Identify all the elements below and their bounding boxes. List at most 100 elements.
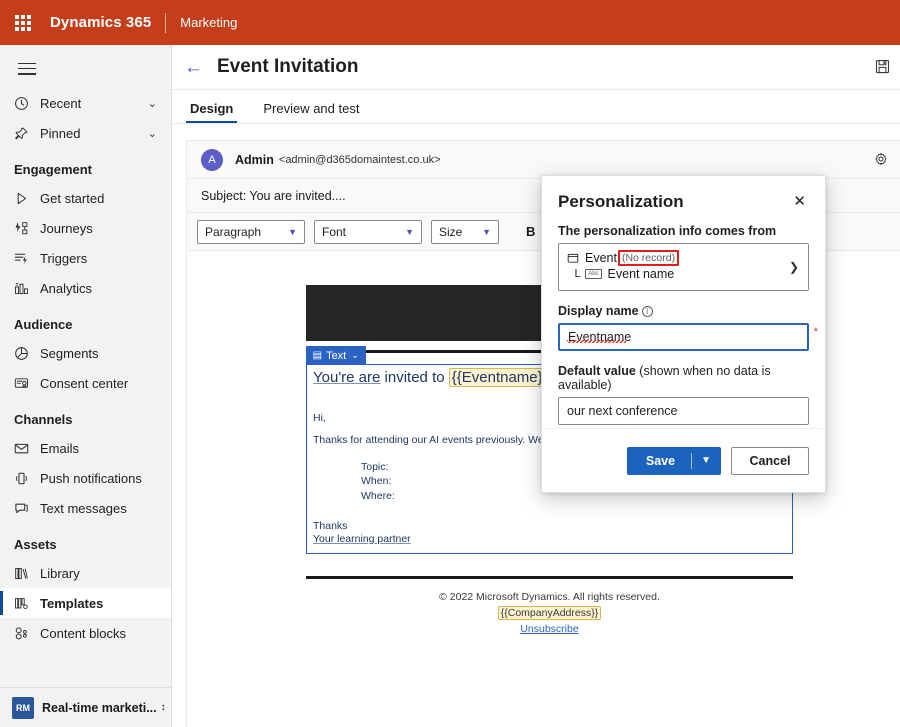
personalization-dialog: Personalization ✕ The personalization in… [541,175,826,493]
text-field-abc-icon: Abc [585,269,601,279]
sidebar-item-label: Content blocks [40,626,126,641]
dialog-header: Personalization ✕ [542,176,825,212]
personalization-token-eventname[interactable]: {{Eventname}} [449,368,551,387]
copyright-text: © 2022 Microsoft Dynamics. All rights re… [306,590,793,606]
page-title: Event Invitation [217,56,358,78]
source-field-name: Event name [608,267,675,281]
headline-mid: invited to [380,369,448,386]
display-name-field-wrap: * [558,323,809,351]
avatar: A [201,149,223,171]
sidebar-item-triggers[interactable]: Triggers [0,243,171,273]
app-switcher[interactable]: RM Real-time marketi... ↕ [0,687,171,727]
signoff-thanks: Thanks [313,519,786,533]
sidebar-item-label: Segments [40,346,99,361]
chevron-down-icon: ▼ [482,227,491,237]
close-x-icon[interactable]: ✕ [790,192,809,211]
source-field-row: L Abc Event name [567,267,800,281]
sidebar-item-pinned[interactable]: Pinned ⌄ [0,118,171,148]
text-block-label: Text [326,350,346,362]
chevron-down-icon[interactable]: ⌄ [351,350,359,361]
paragraph-style-value: Paragraph [205,225,261,239]
chevron-right-icon[interactable]: ❯ [789,260,799,274]
calendar-entity-icon [567,252,579,264]
signoff-partner: Your learning partner [313,533,411,545]
sidebar-item-segments[interactable]: Segments [0,338,171,368]
sidebar-group-channels: Channels [0,398,171,433]
sidebar-item-consent-center[interactable]: Consent center [0,368,171,398]
sidebar-item-label: Journeys [40,221,93,236]
bold-button[interactable]: B [520,224,541,239]
sidebar-group-audience: Audience [0,303,171,338]
gear-icon[interactable] [874,152,888,166]
divider-bottom [306,576,793,579]
chevron-down-icon: ▼ [405,227,414,237]
sidebar-group-engagement: Engagement [0,148,171,183]
no-record-badge: (No record) [618,250,679,266]
sidebar-item-get-started[interactable]: Get started [0,183,171,213]
sidebar-item-label: Get started [40,191,104,206]
personalization-source-picker[interactable]: Event (No record) L Abc Event name ❯ [558,243,809,291]
up-down-chevron-icon: ↕ [161,702,166,713]
sidebar-item-templates[interactable]: Templates [0,588,171,618]
cancel-button[interactable]: Cancel [731,447,809,475]
sidebar-item-analytics[interactable]: Analytics [0,273,171,303]
sidebar-item-label: Pinned [40,126,80,141]
envelope-icon [14,441,36,456]
default-value-input[interactable] [558,397,809,425]
sidebar-item-label: Text messages [40,501,127,516]
unsubscribe-link[interactable]: Unsubscribe [520,622,578,638]
sidebar-item-text-messages[interactable]: Text messages [0,493,171,523]
top-app-bar: Dynamics 365 Marketing [0,0,900,45]
size-value: Size [439,225,462,239]
mobile-push-icon [14,471,36,486]
chevron-down-icon[interactable]: ⌄ [148,127,157,140]
back-arrow-icon[interactable]: ← [184,58,203,77]
content-blocks-icon [14,626,36,641]
dialog-title: Personalization [558,192,684,212]
sender-address: <admin@d365domaintest.co.uk> [279,154,441,166]
tab-design[interactable]: Design [186,101,237,123]
page-header: ← Event Invitation [172,45,900,90]
hamburger-menu-icon[interactable] [0,45,171,88]
sidebar-item-label: Emails [40,441,79,456]
sidebar-item-recent[interactable]: Recent ⌄ [0,88,171,118]
sidebar-item-emails[interactable]: Emails [0,433,171,463]
chevron-down-icon[interactable]: ⌄ [148,97,157,110]
save-button[interactable]: Save ▼ [627,447,721,475]
text-block-icon: ▤ [313,350,322,361]
required-asterisk: * [814,326,818,338]
personalization-token-companyaddress[interactable]: {{CompanyAddress}} [498,606,601,620]
sidebar-item-label: Consent center [40,376,128,391]
sidebar-item-content-blocks[interactable]: Content blocks [0,618,171,648]
email-from-row: A Admin <admin@d365domaintest.co.uk> [187,141,900,179]
chevron-down-icon[interactable]: ▼ [692,455,720,466]
sidebar-item-push-notifications[interactable]: Push notifications [0,463,171,493]
dialog-body: The personalization info comes from Even… [542,212,825,425]
brand-title[interactable]: Dynamics 365 [50,14,151,31]
font-select[interactable]: Font ▼ [314,220,422,244]
app-launcher-icon[interactable] [10,10,36,36]
clock-icon [14,96,36,111]
play-triangle-icon [14,191,36,206]
journeys-icon [14,221,36,236]
tab-bar: Design Preview and test [172,90,900,124]
source-label: The personalization info comes from [558,224,809,238]
sender-name: Admin [235,153,274,167]
sidebar-item-label: Analytics [40,281,92,296]
paragraph-style-select[interactable]: Paragraph ▼ [197,220,305,244]
tab-preview-and-test[interactable]: Preview and test [259,101,363,123]
sidebar-group-assets: Assets [0,523,171,558]
save-disk-icon[interactable] [875,59,890,74]
email-footer: © 2022 Microsoft Dynamics. All rights re… [306,590,793,638]
display-name-label: Display namei [558,304,809,318]
size-select[interactable]: Size ▼ [431,220,499,244]
info-circle-icon[interactable]: i [642,306,653,317]
sidebar-item-library[interactable]: Library [0,558,171,588]
text-block-tag[interactable]: ▤ Text ⌄ [306,346,366,365]
chat-bubble-icon [14,501,36,516]
display-name-input[interactable] [558,323,809,351]
app-badge: RM [12,697,34,719]
app-name-label[interactable]: Marketing [180,15,237,30]
consent-certificate-icon [14,376,36,391]
sidebar-item-journeys[interactable]: Journeys [0,213,171,243]
